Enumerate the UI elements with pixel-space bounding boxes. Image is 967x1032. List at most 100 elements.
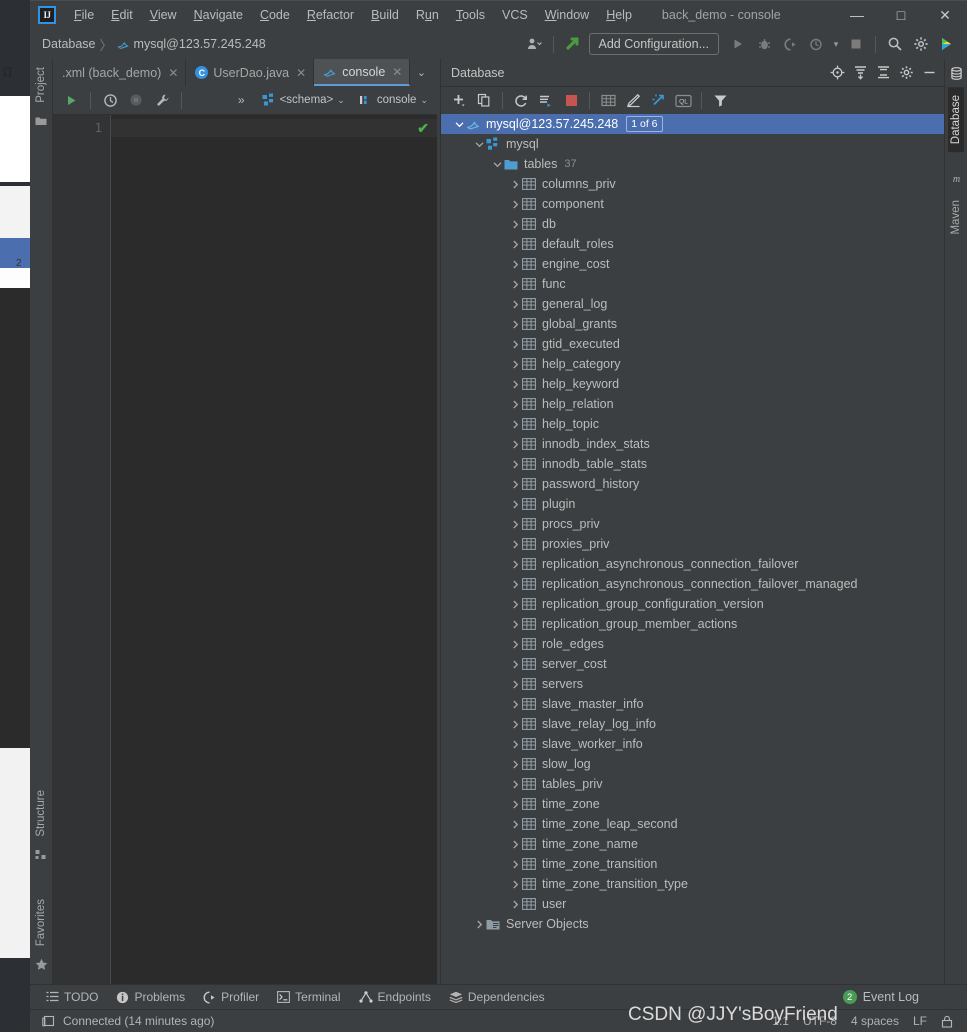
chevron-right-icon[interactable] [509,298,521,310]
tree-row-table[interactable]: slave_worker_info [441,734,944,754]
editor-tab-xml[interactable]: .xml (back_demo) ✕ [53,59,187,86]
modify-icon[interactable] [621,90,645,112]
editor-tab-console[interactable]: console ✕ [314,59,411,86]
tree-row-server-objects[interactable]: Server Objects [441,914,944,934]
settings-gear-icon[interactable] [895,62,917,84]
hide-panel-icon[interactable] [918,62,940,84]
menu-item-run[interactable]: Run [408,4,447,26]
tree-row-table[interactable]: help_category [441,354,944,374]
editor-body[interactable]: 1 ✔ [53,115,437,984]
tree-row-table[interactable]: user [441,894,944,914]
session-selector[interactable]: console ⌄ [356,91,431,109]
tree-row-table[interactable]: default_roles [441,234,944,254]
collapse-all-icon[interactable] [872,62,894,84]
search-everywhere-icon[interactable] [883,32,907,56]
chevron-right-icon[interactable] [509,598,521,610]
editor-tab-userdao[interactable]: C UserDao.java ✕ [186,59,315,86]
bottom-tab-endpoints[interactable]: Endpoints [358,990,431,1004]
table-editor-icon[interactable] [596,90,620,112]
chevron-right-icon[interactable] [509,678,521,690]
chevron-right-icon[interactable] [509,578,521,590]
chevron-right-icon[interactable] [509,658,521,670]
tree-row-table[interactable]: db [441,214,944,234]
chevron-right-icon[interactable] [509,358,521,370]
bottom-tab-profiler[interactable]: Profiler [203,990,259,1004]
indent-indicator[interactable]: 4 spaces [851,1014,899,1028]
chevron-right-icon[interactable] [509,638,521,650]
chevron-right-icon[interactable] [509,478,521,490]
add-icon[interactable] [447,90,471,112]
sync-icon[interactable] [534,90,558,112]
menu-item-code[interactable]: Code [252,4,298,26]
lock-icon[interactable] [941,1015,953,1028]
chevron-right-icon[interactable] [509,198,521,210]
tree-row-table[interactable]: servers [441,674,944,694]
profile-icon[interactable] [804,32,828,56]
tree-row-table[interactable]: gtid_executed [441,334,944,354]
tree-row-table[interactable]: slow_log [441,754,944,774]
run-icon[interactable] [59,88,83,112]
chevron-down-icon[interactable] [453,118,465,130]
menu-item-view[interactable]: View [142,4,185,26]
close-icon[interactable]: ✕ [296,66,306,80]
chevron-right-icon[interactable] [509,698,521,710]
chevron-right-icon[interactable] [509,498,521,510]
chevron-right-icon[interactable] [509,318,521,330]
sidebar-item-structure[interactable]: Structure [33,782,49,845]
intellij-logo-icon[interactable]: IJ [38,6,56,24]
close-button[interactable]: ✕ [923,1,967,29]
debug-icon[interactable] [752,32,776,56]
tree-row-table[interactable]: time_zone_transition_type [441,874,944,894]
chevron-right-icon[interactable] [509,758,521,770]
chevron-right-icon[interactable] [509,458,521,470]
tree-row-table[interactable]: replication_group_member_actions [441,614,944,634]
chevron-down-icon[interactable]: ▾ [830,32,842,56]
expand-all-icon[interactable] [849,62,871,84]
run-coverage-icon[interactable] [778,32,802,56]
chevron-right-icon[interactable] [509,738,521,750]
tree-row-table[interactable]: plugin [441,494,944,514]
inspection-status-icon[interactable]: ✔ [417,120,429,137]
editor-gutter[interactable]: 1 [53,115,111,984]
tree-row-table[interactable]: general_log [441,294,944,314]
add-configuration-button[interactable]: Add Configuration... [588,33,719,55]
breadcrumb-item-database[interactable]: Database [42,37,96,51]
chevron-right-icon[interactable] [509,438,521,450]
event-log-area[interactable]: 2 Event Log [842,990,967,1004]
chevron-right-icon[interactable] [473,918,485,930]
chevron-right-icon[interactable] [509,378,521,390]
bottom-tab-terminal[interactable]: Terminal [277,990,341,1004]
sidebar-item-favorites[interactable]: Favorites [33,891,49,954]
bottom-tab-dependencies[interactable]: Dependencies [449,990,545,1004]
wrench-icon[interactable] [150,88,174,112]
tree-row-table[interactable]: time_zone_name [441,834,944,854]
close-icon[interactable]: ✕ [392,65,402,79]
chevron-right-icon[interactable] [509,558,521,570]
tree-row-table[interactable]: replication_asynchronous_connection_fail… [441,554,944,574]
menu-item-vcs[interactable]: VCS [494,4,536,26]
stop-icon[interactable] [559,90,583,112]
tree-row-table[interactable]: help_relation [441,394,944,414]
database-tree[interactable]: mysql@123.57.245.248 1 of 6 mysql tables 37 c… [441,114,944,984]
filter-icon[interactable] [708,90,732,112]
chevron-right-icon[interactable] [509,778,521,790]
chevron-right-icon[interactable] [509,258,521,270]
chevron-down-icon[interactable] [473,138,485,150]
tree-row-tables-group[interactable]: tables 37 [441,154,944,174]
menu-item-edit[interactable]: Edit [103,4,141,26]
tree-row-table[interactable]: time_zone_leap_second [441,814,944,834]
tree-row-table[interactable]: help_keyword [441,374,944,394]
minimize-button[interactable]: — [835,1,879,29]
tree-row-table[interactable]: role_edges [441,634,944,654]
tree-row-table[interactable]: func [441,274,944,294]
chevron-right-icon[interactable] [509,538,521,550]
jump-to-console-icon[interactable] [646,90,670,112]
bottom-tab-todo[interactable]: TODO [46,990,98,1004]
chevron-right-icon[interactable] [509,618,521,630]
menu-item-navigate[interactable]: Navigate [186,4,251,26]
menu-item-build[interactable]: Build [363,4,407,26]
chevron-right-icon[interactable] [509,878,521,890]
bottom-tab-problems[interactable]: Problems [116,990,185,1004]
menu-item-help[interactable]: Help [598,4,640,26]
tree-row-table[interactable]: innodb_table_stats [441,454,944,474]
